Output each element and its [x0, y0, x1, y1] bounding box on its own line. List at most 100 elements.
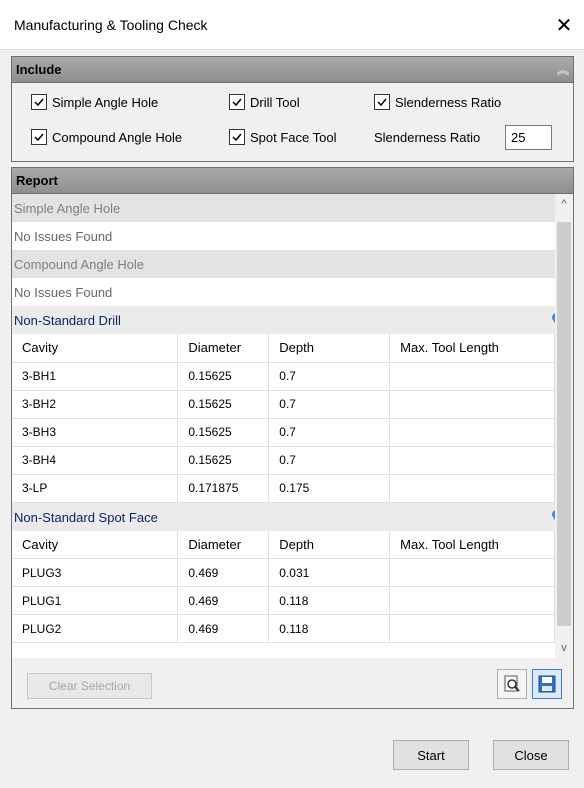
- table-cell: 0.7: [268, 418, 391, 447]
- table-header-row: Cavity Diameter Depth Max. Tool Length: [12, 530, 555, 559]
- column-header[interactable]: Max. Tool Length: [389, 530, 555, 559]
- scrollbar-thumb[interactable]: [557, 222, 571, 626]
- table-cell: 0.031: [268, 558, 391, 587]
- slenderness-ratio-input[interactable]: [505, 125, 552, 150]
- checkbox-check-icon: [31, 94, 47, 110]
- checkbox-check-icon: [229, 129, 245, 145]
- table-cell: 0.7: [268, 362, 391, 391]
- include-header[interactable]: Include ︽: [12, 57, 573, 83]
- checkbox-label: Compound Angle Hole: [52, 129, 183, 145]
- table-cell: 0.7: [268, 446, 391, 475]
- window-title: Manufacturing & Tooling Check: [14, 17, 208, 33]
- checkbox-slenderness-ratio[interactable]: Slenderness Ratio: [374, 94, 501, 110]
- table-cell: [389, 390, 555, 419]
- slenderness-ratio-label: Slenderness Ratio: [374, 130, 481, 145]
- checkbox-compound-angle-hole[interactable]: Compound Angle Hole: [31, 129, 182, 145]
- close-button[interactable]: Close: [493, 740, 569, 770]
- table-cell: 3-BH3: [12, 418, 179, 447]
- drill-table: Cavity Diameter Depth Max. Tool Length 3…: [12, 334, 555, 503]
- table-row[interactable]: 3-BH3 0.15625 0.7: [12, 418, 555, 447]
- report-header: Report: [12, 168, 573, 194]
- checkbox-label: Slenderness Ratio: [395, 94, 502, 110]
- column-header[interactable]: Diameter: [177, 334, 270, 363]
- table-cell: 0.15625: [177, 390, 270, 419]
- report-list[interactable]: Simple Angle Hole No Issues Found Compou…: [12, 194, 573, 658]
- title-bar: Manufacturing & Tooling Check ✕: [0, 0, 584, 50]
- table-cell: 0.7: [268, 390, 391, 419]
- report-header-label: Report: [16, 173, 58, 188]
- group-compound-angle-hole[interactable]: Compound Angle Hole: [12, 250, 573, 278]
- table-row[interactable]: 3-BH1 0.15625 0.7: [12, 362, 555, 391]
- table-header-row: Cavity Diameter Depth Max. Tool Length: [12, 334, 555, 363]
- group-non-standard-drill[interactable]: Non-Standard Drill: [12, 306, 573, 334]
- checkbox-drill-tool[interactable]: Drill Tool: [229, 94, 300, 110]
- scroll-up-icon[interactable]: ^: [555, 198, 573, 210]
- checkbox-check-icon: [31, 129, 47, 145]
- table-cell: [389, 446, 555, 475]
- clear-selection-button[interactable]: Clear Selection: [27, 673, 152, 699]
- checkbox-spot-face-tool[interactable]: Spot Face Tool: [229, 129, 336, 145]
- group-title: Non-Standard Spot Face: [14, 509, 158, 525]
- group-simple-angle-hole[interactable]: Simple Angle Hole: [12, 194, 573, 222]
- table-cell: [389, 418, 555, 447]
- table-cell: 0.118: [268, 586, 391, 615]
- checkbox-label: Drill Tool: [250, 94, 300, 110]
- table-cell: [389, 362, 555, 391]
- column-header[interactable]: Cavity: [12, 530, 179, 559]
- save-report-icon: [538, 675, 556, 693]
- checkbox-label: Spot Face Tool: [250, 129, 337, 145]
- table-row[interactable]: PLUG2 0.469 0.118: [12, 614, 555, 643]
- table-row[interactable]: PLUG3 0.469 0.031: [12, 558, 555, 587]
- table-cell: 0.118: [268, 614, 391, 643]
- table-cell: 0.469: [177, 558, 270, 587]
- checkbox-check-icon: [229, 94, 245, 110]
- group-non-standard-spot-face[interactable]: Non-Standard Spot Face: [12, 502, 573, 531]
- table-cell: [389, 558, 555, 587]
- start-button[interactable]: Start: [393, 740, 469, 770]
- scroll-down-icon[interactable]: v: [555, 642, 573, 654]
- zoom-to-selection-button[interactable]: [497, 669, 527, 699]
- column-header[interactable]: Depth: [268, 334, 391, 363]
- table-cell: PLUG1: [12, 586, 179, 615]
- table-cell: 0.469: [177, 586, 270, 615]
- table-row[interactable]: PLUG1 0.469 0.118: [12, 586, 555, 615]
- table-cell: 3-BH4: [12, 446, 179, 475]
- close-icon[interactable]: ✕: [544, 0, 584, 50]
- table-cell: [389, 474, 555, 503]
- save-report-button[interactable]: [532, 669, 562, 699]
- column-header[interactable]: Max. Tool Length: [389, 334, 555, 363]
- table-row[interactable]: 3-BH4 0.15625 0.7: [12, 446, 555, 475]
- table-cell: [389, 614, 555, 643]
- table-cell: 3-LP: [12, 474, 179, 503]
- simple-angle-message: No Issues Found: [12, 222, 573, 250]
- table-cell: 0.15625: [177, 446, 270, 475]
- column-header[interactable]: Depth: [268, 530, 391, 559]
- column-header[interactable]: Diameter: [177, 530, 270, 559]
- group-title: Compound Angle Hole: [14, 257, 145, 272]
- include-panel: Include ︽ Simple Angle Hole Drill Tool S…: [11, 56, 574, 162]
- spot-face-table: Cavity Diameter Depth Max. Tool Length P…: [12, 530, 555, 643]
- table-cell: 0.469: [177, 614, 270, 643]
- table-cell: PLUG2: [12, 614, 179, 643]
- table-cell: [389, 586, 555, 615]
- magnify-document-icon: [504, 675, 520, 692]
- checkbox-label: Simple Angle Hole: [52, 94, 159, 110]
- compound-angle-message: No Issues Found: [12, 278, 573, 306]
- include-header-label: Include: [16, 62, 62, 77]
- table-row[interactable]: 3-LP 0.171875 0.175: [12, 474, 555, 503]
- table-row[interactable]: 3-BH2 0.15625 0.7: [12, 390, 555, 419]
- table-cell: 0.175: [268, 474, 391, 503]
- report-panel: Report Simple Angle Hole No Issues Found…: [11, 167, 574, 709]
- table-cell: 3-BH1: [12, 362, 179, 391]
- vertical-scrollbar[interactable]: ^ v: [555, 194, 573, 658]
- column-header[interactable]: Cavity: [12, 334, 179, 363]
- checkbox-simple-angle-hole[interactable]: Simple Angle Hole: [31, 94, 158, 110]
- collapse-icon[interactable]: ︽: [557, 61, 569, 78]
- checkbox-check-icon: [374, 94, 390, 110]
- table-cell: 0.15625: [177, 418, 270, 447]
- table-cell: PLUG3: [12, 558, 179, 587]
- group-title: Simple Angle Hole: [14, 201, 121, 216]
- table-cell: 3-BH2: [12, 390, 179, 419]
- table-cell: 0.171875: [177, 474, 270, 503]
- group-title: Non-Standard Drill: [14, 313, 121, 328]
